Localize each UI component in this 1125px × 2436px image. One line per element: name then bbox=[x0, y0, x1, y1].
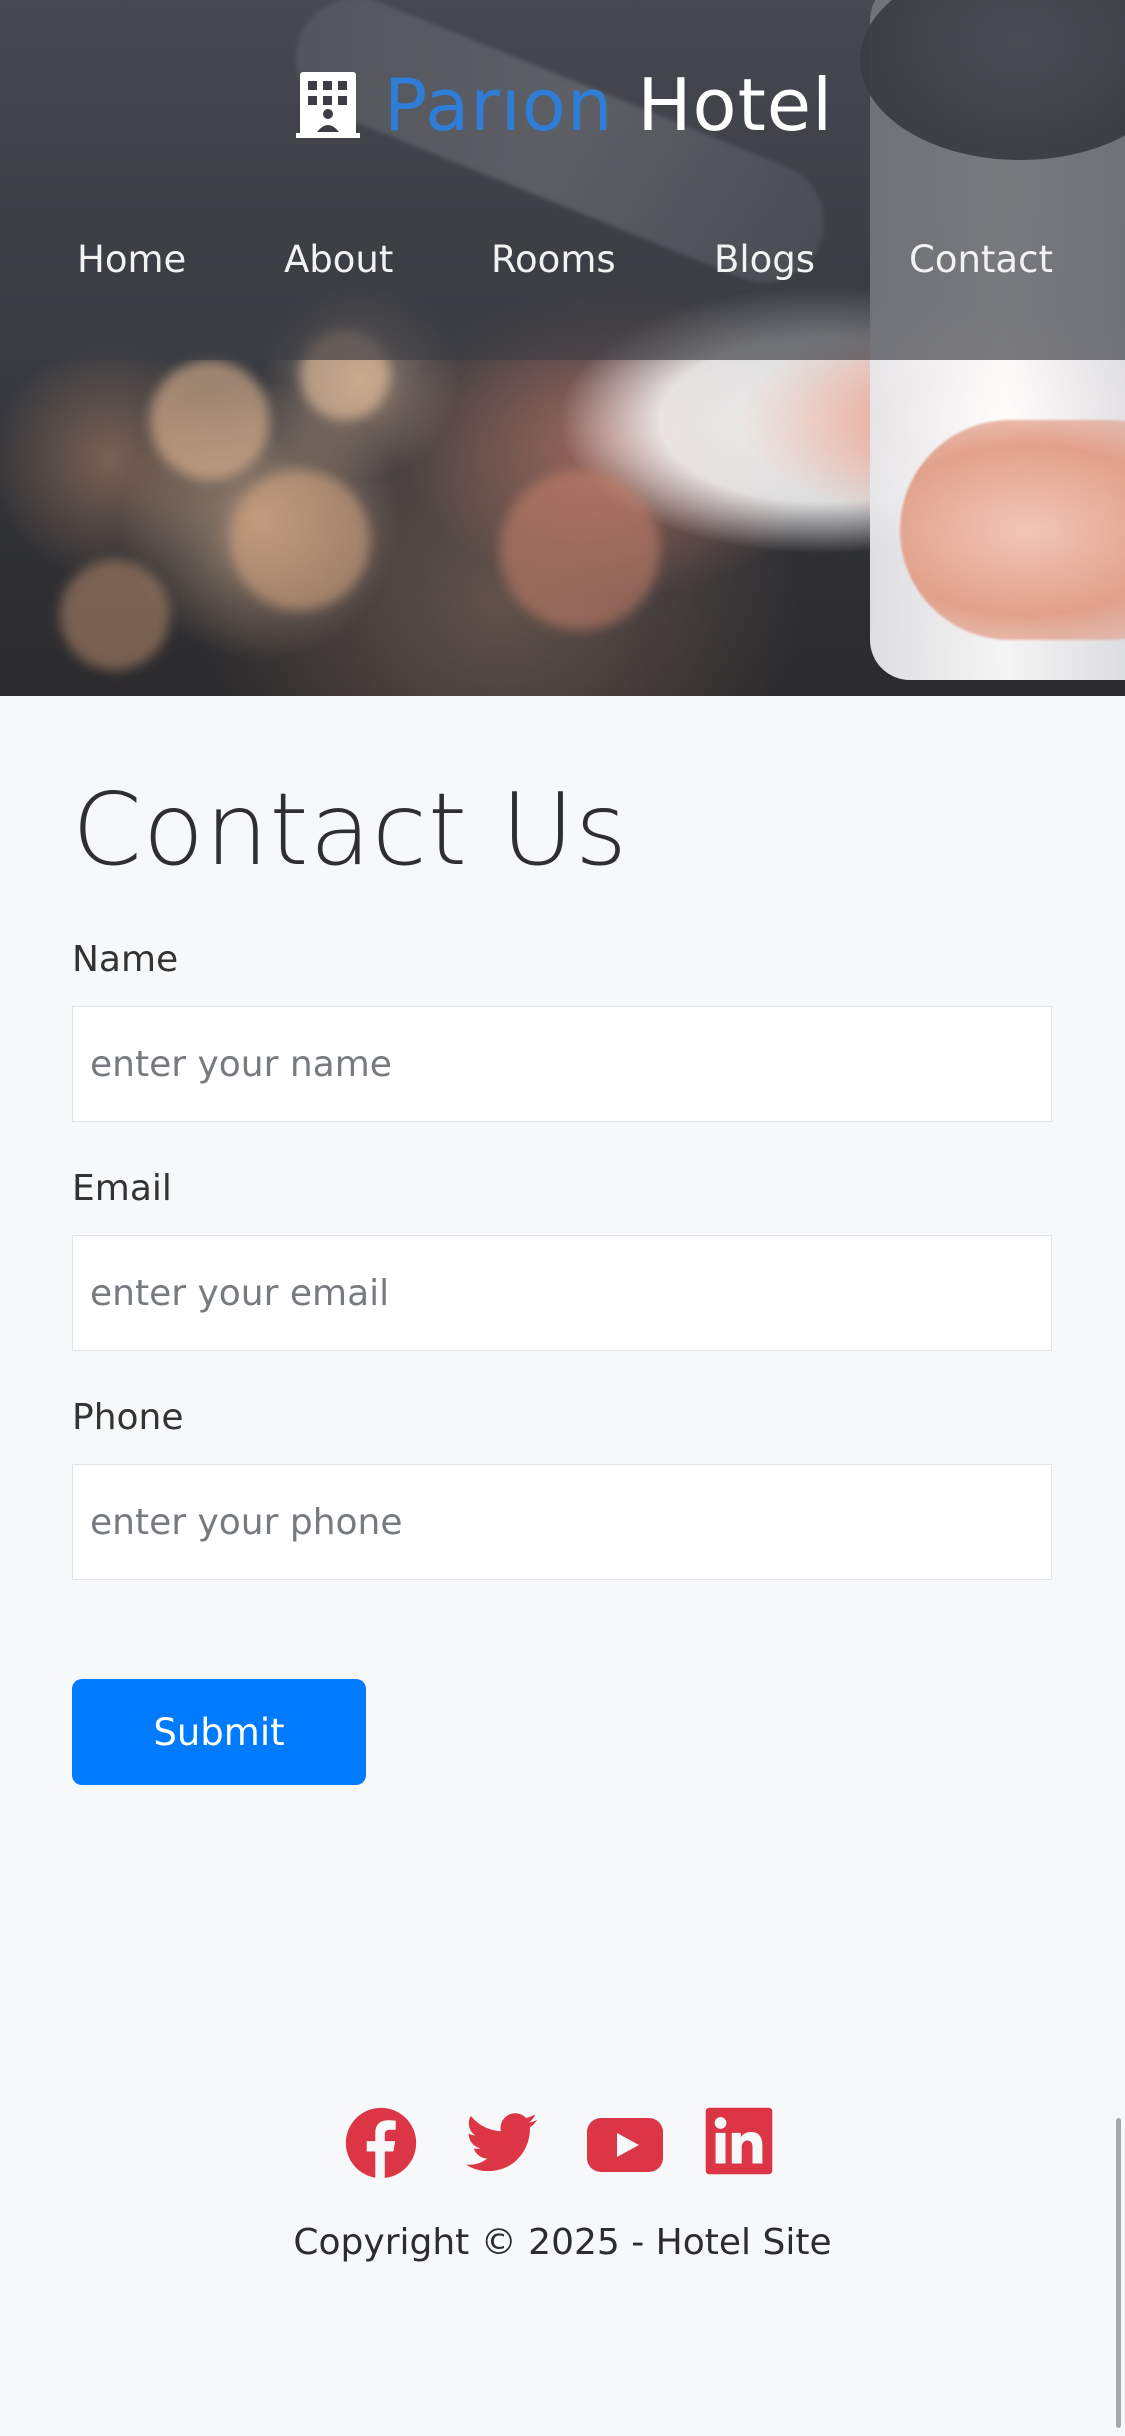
main-nav: Home About Rooms Blogs Contact bbox=[0, 238, 1125, 308]
submit-button[interactable]: Submit bbox=[72, 1679, 366, 1785]
youtube-icon[interactable] bbox=[583, 2105, 663, 2185]
building-icon bbox=[292, 69, 364, 141]
brand-logo[interactable]: Parıon Hotel bbox=[0, 55, 1125, 155]
bokeh-light bbox=[500, 470, 660, 630]
social-links bbox=[0, 2105, 1125, 2185]
bokeh-light bbox=[150, 360, 270, 480]
twitter-icon[interactable] bbox=[463, 2105, 543, 2185]
linkedin-icon[interactable] bbox=[703, 2105, 783, 2185]
hand-image bbox=[900, 420, 1125, 640]
name-label: Name bbox=[72, 939, 179, 980]
nav-item-contact[interactable]: Contact bbox=[909, 238, 1053, 281]
bokeh-light bbox=[60, 560, 170, 670]
bokeh-light bbox=[230, 470, 370, 610]
nav-item-rooms[interactable]: Rooms bbox=[491, 238, 616, 281]
nav-item-about[interactable]: About bbox=[284, 238, 393, 281]
copyright-text: Copyright © 2025 - Hotel Site bbox=[293, 2222, 832, 2263]
nav-item-blogs[interactable]: Blogs bbox=[714, 238, 815, 281]
facebook-icon[interactable] bbox=[343, 2105, 423, 2185]
email-input[interactable] bbox=[72, 1235, 1052, 1351]
brand-name-part1: Parıon bbox=[383, 63, 614, 147]
phone-label: Phone bbox=[72, 1397, 184, 1438]
phone-input[interactable] bbox=[72, 1464, 1052, 1580]
nav-item-home[interactable]: Home bbox=[77, 238, 186, 281]
header-bar: Parıon Hotel Home About Rooms Blogs Cont… bbox=[0, 0, 1125, 360]
brand-name: Parıon Hotel bbox=[384, 69, 833, 141]
scrollbar[interactable] bbox=[1116, 2118, 1121, 2428]
page-title: Contact Us bbox=[72, 771, 629, 888]
email-label: Email bbox=[72, 1168, 172, 1209]
name-input[interactable] bbox=[72, 1006, 1052, 1122]
brand-name-part2: Hotel bbox=[637, 63, 834, 147]
hero-banner: Parıon Hotel Home About Rooms Blogs Cont… bbox=[0, 0, 1125, 696]
